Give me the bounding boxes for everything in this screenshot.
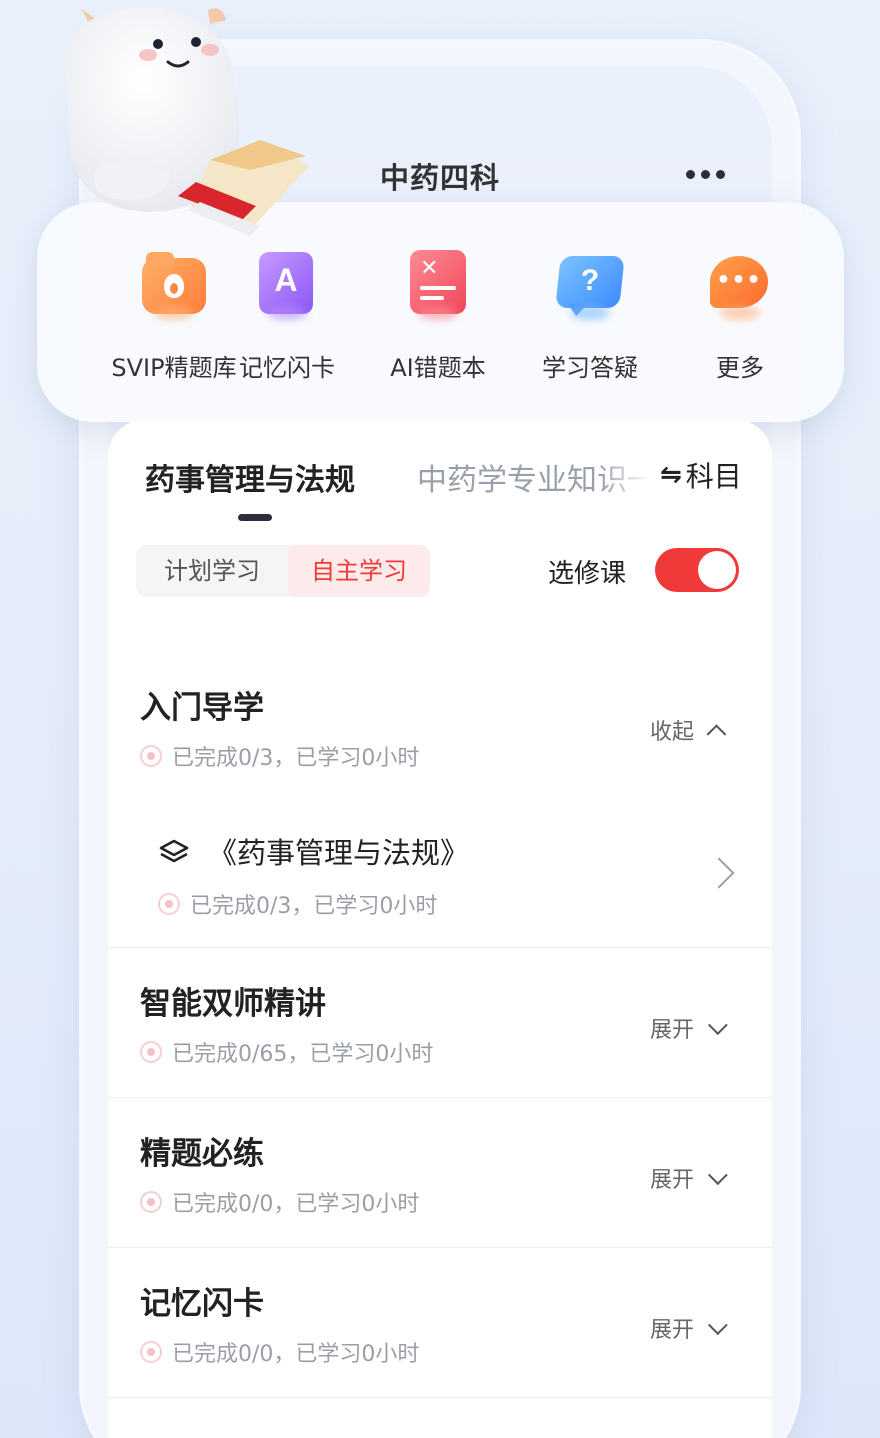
expand-label: 展开	[650, 1018, 695, 1043]
section-title: 精题必练	[140, 1136, 264, 1172]
section-progress: 已完成0/0，已学习0小时	[140, 1336, 419, 1368]
expand-label: 展开	[650, 1168, 695, 1193]
course-item-progress-text: 已完成0/3，已学习0小时	[190, 894, 438, 919]
page-title: 中药四科	[379, 161, 500, 195]
section-progress-text: 已完成0/65，已学习0小时	[172, 1042, 434, 1067]
elective-toggle[interactable]	[655, 548, 739, 592]
swap-icon: ⇋	[660, 460, 682, 490]
study-mode-self-paced[interactable]: 自主学习	[288, 545, 430, 597]
divider	[108, 1097, 772, 1098]
expand-button[interactable]: 展开	[650, 1312, 728, 1344]
section-progress: 已完成0/65，已学习0小时	[140, 1036, 433, 1068]
quick-action-ai-error-book[interactable]: ✕ AI错题本	[363, 250, 513, 383]
quick-action-more[interactable]: ••• 更多	[665, 250, 815, 383]
toggle-knob	[698, 551, 736, 589]
collapse-label: 收起	[650, 720, 695, 745]
section-progress-text: 已完成0/0，已学习0小时	[172, 1192, 420, 1217]
divider	[108, 947, 772, 948]
flashcard-icon: A	[253, 250, 321, 320]
quick-action-label: 记忆闪卡	[239, 354, 335, 382]
course-item-pharmacy-law[interactable]: 《药事管理与法规》 已完成0/3，已学习0小时	[108, 820, 772, 948]
study-mode-segmented-control: 计划学习 自主学习	[136, 545, 430, 597]
fire-folder-icon	[140, 250, 208, 320]
divider	[108, 1247, 772, 1248]
study-mode-planned[interactable]: 计划学习	[136, 545, 288, 597]
tab-pharmacy-administration[interactable]: 药事管理与法规	[145, 455, 355, 499]
error-book-icon: ✕	[404, 250, 472, 320]
course-item-title: 《药事管理与法规》	[208, 836, 470, 870]
active-tab-indicator	[238, 514, 272, 521]
switch-subject-label: 科目	[685, 460, 742, 493]
more-bubble-icon: •••	[706, 250, 774, 320]
quick-actions-bar: SVIP精题库 A 记忆闪卡 ✕ AI错题本 ? 学习答疑 ••• 更多	[37, 202, 844, 422]
expand-label: 展开	[650, 1318, 695, 1343]
expand-button[interactable]: 展开	[650, 1162, 728, 1194]
course-item-progress: 已完成0/3，已学习0小时	[158, 888, 437, 920]
switch-subject-button[interactable]: ⇋ 科目	[660, 455, 742, 495]
progress-dot-icon	[140, 1341, 162, 1363]
layers-icon	[159, 839, 189, 863]
quick-action-flashcards[interactable]: A 记忆闪卡	[212, 250, 362, 383]
section-progress-text: 已完成0/3，已学习0小时	[172, 746, 420, 771]
section-progress: 已完成0/3，已学习0小时	[140, 740, 419, 772]
quick-action-study-qa[interactable]: ? 学习答疑	[515, 250, 665, 383]
chevron-right-icon	[703, 857, 735, 889]
quick-action-label: 更多	[716, 354, 764, 382]
section-title: 智能双师精讲	[140, 986, 326, 1022]
progress-dot-icon	[140, 1191, 162, 1213]
collapse-button[interactable]: 收起	[650, 714, 727, 746]
divider	[108, 1397, 772, 1398]
more-dots-icon[interactable]	[686, 170, 725, 179]
quick-action-label: 学习答疑	[542, 354, 638, 382]
section-title: 入门导学	[140, 690, 264, 726]
elective-label: 选修课	[548, 559, 627, 589]
progress-dot-icon	[140, 745, 162, 767]
section-progress-text: 已完成0/0，已学习0小时	[172, 1342, 420, 1367]
quick-action-label: AI错题本	[390, 354, 486, 382]
section-title: 记忆闪卡	[140, 1286, 264, 1322]
expand-button[interactable]: 展开	[650, 1012, 728, 1044]
question-bubble-icon: ?	[555, 250, 625, 320]
progress-dot-icon	[158, 893, 180, 915]
progress-dot-icon	[140, 1041, 162, 1063]
section-progress: 已完成0/0，已学习0小时	[140, 1186, 419, 1218]
